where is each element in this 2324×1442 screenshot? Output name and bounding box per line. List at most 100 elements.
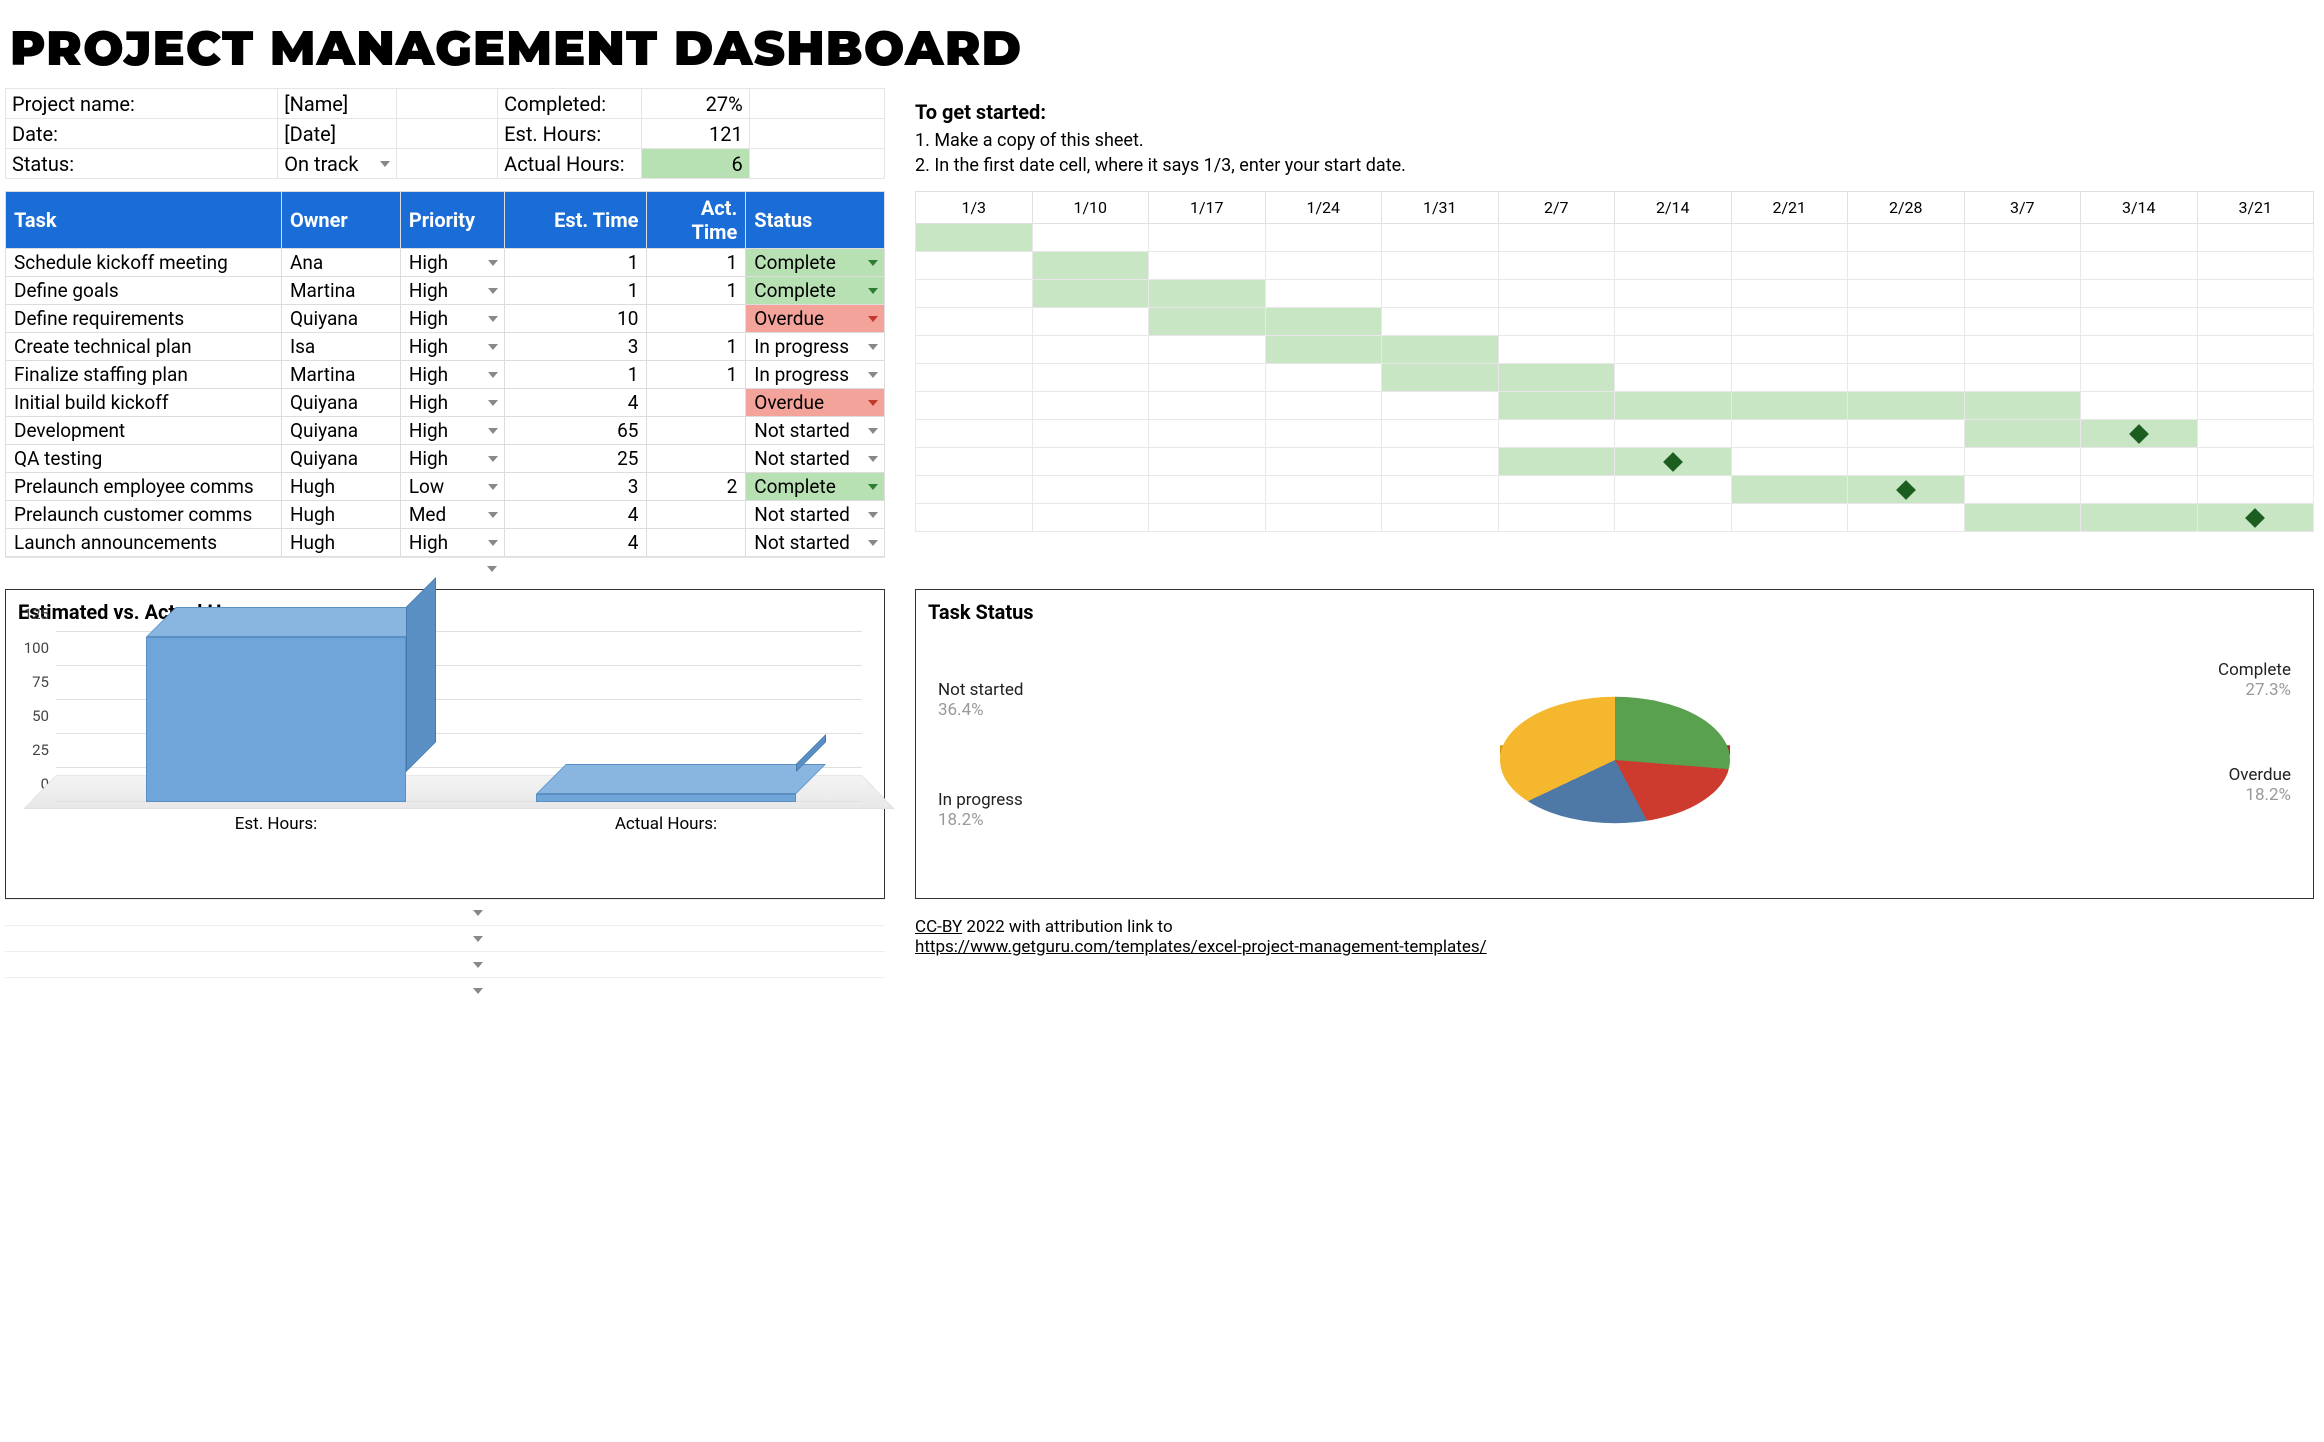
gantt-cell[interactable]	[1964, 336, 2081, 364]
gantt-cell[interactable]	[1498, 280, 1615, 308]
gantt-cell[interactable]	[1731, 392, 1848, 420]
gantt-cell[interactable]	[1848, 364, 1965, 392]
gantt-cell[interactable]	[1848, 224, 1965, 252]
gantt-cell[interactable]	[1964, 308, 2081, 336]
task-owner-cell[interactable]: Isa	[281, 333, 400, 361]
task-act-cell[interactable]	[647, 529, 746, 557]
task-owner-cell[interactable]: Quiyana	[281, 305, 400, 333]
gantt-cell[interactable]	[1265, 392, 1382, 420]
gantt-cell[interactable]	[1731, 476, 1848, 504]
gantt-date-header[interactable]: 1/24	[1265, 192, 1382, 224]
task-priority-dropdown[interactable]: High	[400, 305, 504, 333]
task-header[interactable]: Est. Time	[505, 192, 647, 249]
gantt-cell[interactable]	[1964, 476, 2081, 504]
task-owner-cell[interactable]: Hugh	[281, 529, 400, 557]
task-est-cell[interactable]: 1	[505, 249, 647, 277]
gantt-row[interactable]	[916, 364, 2314, 392]
gantt-cell[interactable]	[916, 224, 1033, 252]
gantt-cell[interactable]	[1265, 448, 1382, 476]
task-name-cell[interactable]: Prelaunch employee comms	[6, 473, 282, 501]
gantt-cell[interactable]	[2081, 476, 2198, 504]
gantt-cell[interactable]	[1032, 224, 1149, 252]
gantt-cell[interactable]	[1848, 392, 1965, 420]
task-name-cell[interactable]: Schedule kickoff meeting	[6, 249, 282, 277]
gantt-cell[interactable]	[1382, 392, 1499, 420]
gantt-cell[interactable]	[1615, 224, 1732, 252]
gantt-cell[interactable]	[1149, 280, 1266, 308]
task-est-cell[interactable]: 10	[505, 305, 647, 333]
table-row[interactable]: Define goalsMartinaHigh11Complete	[6, 277, 885, 305]
task-owner-cell[interactable]: Quiyana	[281, 389, 400, 417]
gantt-cell[interactable]	[1382, 280, 1499, 308]
task-header[interactable]: Status	[746, 192, 885, 249]
gantt-cell[interactable]	[1615, 252, 1732, 280]
gantt-cell[interactable]	[1848, 476, 1965, 504]
task-est-cell[interactable]: 3	[505, 473, 647, 501]
task-status-dropdown[interactable]: Overdue	[746, 305, 885, 333]
gantt-cell[interactable]	[2081, 280, 2198, 308]
gantt-cell[interactable]	[2081, 420, 2198, 448]
gantt-cell[interactable]	[2197, 280, 2314, 308]
gantt-cell[interactable]	[2081, 252, 2198, 280]
gantt-cell[interactable]	[2197, 392, 2314, 420]
gantt-cell[interactable]	[1615, 420, 1732, 448]
empty-row-dropdown[interactable]	[5, 951, 885, 977]
task-status-dropdown[interactable]: Not started	[746, 417, 885, 445]
task-act-cell[interactable]	[647, 445, 746, 473]
task-priority-dropdown[interactable]: High	[400, 389, 504, 417]
gantt-cell[interactable]	[1382, 224, 1499, 252]
gantt-cell[interactable]	[1615, 364, 1732, 392]
gantt-row[interactable]	[916, 280, 2314, 308]
gantt-cell[interactable]	[1731, 224, 1848, 252]
gantt-cell[interactable]	[1498, 308, 1615, 336]
gantt-cell[interactable]	[1265, 224, 1382, 252]
gantt-row[interactable]	[916, 336, 2314, 364]
gantt-cell[interactable]	[1964, 448, 2081, 476]
empty-row-dropdown[interactable]	[5, 899, 885, 925]
gantt-cell[interactable]	[1615, 336, 1732, 364]
task-status-dropdown[interactable]: Not started	[746, 529, 885, 557]
gantt-chart[interactable]: 1/31/101/171/241/312/72/142/212/283/73/1…	[915, 191, 2314, 532]
task-owner-cell[interactable]: Hugh	[281, 473, 400, 501]
gantt-cell[interactable]	[1032, 392, 1149, 420]
gantt-cell[interactable]	[1615, 392, 1732, 420]
gantt-cell[interactable]	[1964, 224, 2081, 252]
gantt-cell[interactable]	[1731, 364, 1848, 392]
gantt-cell[interactable]	[1731, 336, 1848, 364]
gantt-cell[interactable]	[1032, 476, 1149, 504]
task-owner-cell[interactable]: Hugh	[281, 501, 400, 529]
gantt-date-header[interactable]: 3/7	[1964, 192, 2081, 224]
gantt-cell[interactable]	[916, 308, 1033, 336]
task-priority-dropdown[interactable]: High	[400, 529, 504, 557]
task-name-cell[interactable]: Initial build kickoff	[6, 389, 282, 417]
gantt-row[interactable]	[916, 504, 2314, 532]
task-owner-cell[interactable]: Martina	[281, 361, 400, 389]
task-priority-dropdown[interactable]: Med	[400, 501, 504, 529]
gantt-date-header[interactable]: 2/21	[1731, 192, 1848, 224]
task-est-cell[interactable]: 25	[505, 445, 647, 473]
gantt-cell[interactable]	[1848, 252, 1965, 280]
gantt-cell[interactable]	[1032, 364, 1149, 392]
gantt-cell[interactable]	[1731, 280, 1848, 308]
task-owner-cell[interactable]: Martina	[281, 277, 400, 305]
gantt-cell[interactable]	[1964, 420, 2081, 448]
gantt-cell[interactable]	[916, 336, 1033, 364]
gantt-cell[interactable]	[1265, 504, 1382, 532]
task-act-cell[interactable]: 1	[647, 277, 746, 305]
table-row[interactable]: Create technical planIsaHigh31In progres…	[6, 333, 885, 361]
task-status-dropdown[interactable]: Not started	[746, 445, 885, 473]
gantt-cell[interactable]	[1149, 504, 1266, 532]
table-row[interactable]: Launch announcementsHughHigh4Not started	[6, 529, 885, 557]
task-owner-cell[interactable]: Quiyana	[281, 417, 400, 445]
gantt-cell[interactable]	[2197, 504, 2314, 532]
summary-metric-value[interactable]: 121	[642, 119, 750, 149]
gantt-cell[interactable]	[1848, 420, 1965, 448]
task-act-cell[interactable]: 1	[647, 333, 746, 361]
gantt-date-header[interactable]: 3/14	[2081, 192, 2198, 224]
task-owner-cell[interactable]: Ana	[281, 249, 400, 277]
gantt-cell[interactable]	[1032, 448, 1149, 476]
gantt-cell[interactable]	[1032, 336, 1149, 364]
task-priority-dropdown[interactable]: High	[400, 445, 504, 473]
table-row[interactable]: Schedule kickoff meetingAnaHigh11Complet…	[6, 249, 885, 277]
gantt-cell[interactable]	[1382, 336, 1499, 364]
